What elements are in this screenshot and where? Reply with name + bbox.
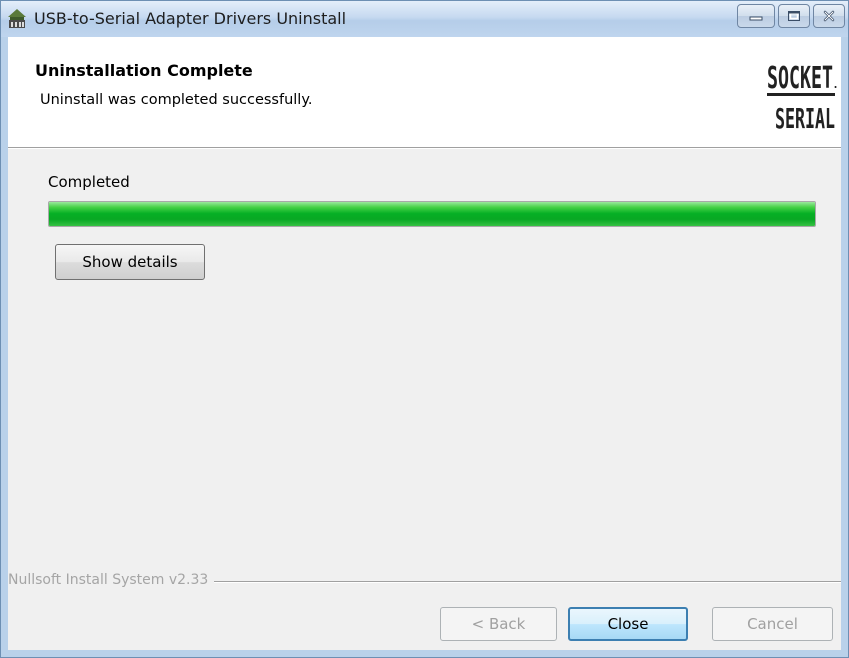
progress-bar-fill (49, 202, 815, 226)
show-details-button[interactable]: Show details (55, 244, 205, 280)
minimize-button[interactable] (737, 4, 775, 28)
branding-text: Nullsoft Install System v2.33 (8, 572, 215, 588)
uninstall-app-icon (6, 8, 28, 30)
minimize-icon (749, 16, 763, 21)
progress-bar (48, 201, 816, 227)
logo-mark: . (833, 73, 838, 92)
socket-serial-logo: SOCKET . SERIAL (767, 61, 838, 135)
wizard-header: Uninstallation Complete Uninstall was co… (8, 37, 841, 147)
caption-buttons (737, 4, 845, 28)
wizard-body: Completed Show details Nullsoft Install … (8, 149, 841, 650)
close-icon (823, 10, 835, 22)
logo-line1: SOCKET (767, 61, 833, 96)
close-button[interactable]: Close (568, 607, 688, 641)
maximize-button[interactable] (778, 4, 810, 28)
window-title: USB-to-Serial Adapter Drivers Uninstall (34, 9, 347, 28)
status-text: Completed (48, 173, 130, 191)
close-window-button[interactable] (813, 4, 845, 28)
back-button[interactable]: < Back (440, 607, 557, 641)
installer-window: USB-to-Serial Adapter Drivers Uninstall (0, 0, 849, 658)
title-bar[interactable]: USB-to-Serial Adapter Drivers Uninstall (1, 1, 848, 37)
page-title: Uninstallation Complete (35, 61, 253, 80)
logo-line2: SERIAL (775, 102, 835, 135)
cancel-button[interactable]: Cancel (712, 607, 833, 641)
maximize-icon (788, 11, 800, 21)
page-subtitle: Uninstall was completed successfully. (40, 92, 313, 108)
